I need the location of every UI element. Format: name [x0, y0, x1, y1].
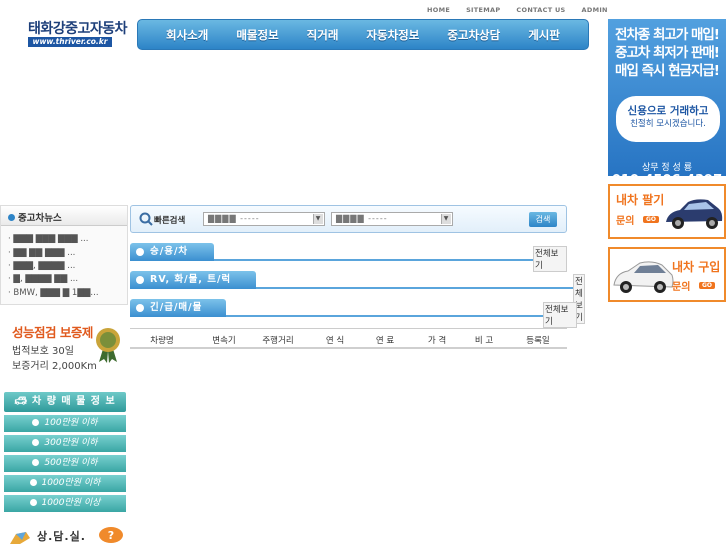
- col-price: 가 격: [427, 336, 447, 346]
- col-note: 비 고: [474, 336, 494, 346]
- col-mileage: 주행거리: [262, 336, 294, 346]
- buy-go-badge: GO: [699, 282, 716, 289]
- col-car-name: 차량명: [150, 336, 174, 346]
- section-rv-truck: RV, 화/물, 트/럭 전체보기: [130, 271, 585, 324]
- nav-direct-trade[interactable]: 직거래: [307, 27, 339, 43]
- sell-go-badge: GO: [643, 216, 660, 223]
- bullet-icon: [32, 419, 40, 426]
- banner-line-2: 중고차 최저가 판매!: [615, 45, 720, 61]
- maker-select[interactable]: ▇▇▇▇ ----- ▼: [203, 212, 325, 226]
- price-under-100[interactable]: 100만원 이하: [4, 415, 126, 432]
- bullet-icon: [29, 499, 37, 506]
- news-item[interactable]: · ▇▇ ▇▇ ▇▇▇ ...: [8, 248, 75, 258]
- quick-search-label: 빠른검색: [154, 216, 186, 226]
- listing-table-header: 차량명 변속기 주행거리 연 식 연 료 가 격 비 고 등록일: [130, 328, 567, 349]
- medal-icon: [96, 328, 120, 363]
- news-item[interactable]: · BMW, ▇▇▇ ▇ 1▇▇...: [8, 288, 99, 298]
- chevron-down-icon: ▼: [313, 214, 323, 224]
- news-box: 중고차뉴스 · ▇▇▇ ▇▇▇ ▇▇▇ ... · ▇▇ ▇▇ ▇▇▇ ... …: [0, 205, 128, 305]
- bullet-icon: [136, 276, 144, 284]
- pencil-icon: [10, 532, 30, 544]
- sports-car-icon: [613, 261, 674, 293]
- top-link-sitemap[interactable]: SITEMAP: [466, 6, 500, 14]
- quick-search-bar: 빠른검색 ▇▇▇▇ ----- ▼ ▇▇▇▇ ----- ▼ 검색: [130, 205, 567, 233]
- price-menu-head[interactable]: 🚙︎ 차 량 매 물 정 보: [4, 392, 126, 412]
- search-button[interactable]: 검색: [529, 212, 557, 227]
- news-title[interactable]: 중고차뉴스: [1, 206, 127, 226]
- top-links: HOME SITEMAP CONTACT US ADMIN: [427, 6, 608, 14]
- sell-car-sub: 문의: [616, 216, 635, 227]
- price-over-1000[interactable]: 1000만원 이상: [4, 495, 126, 512]
- counsel-label: 상.담.실.: [37, 530, 86, 543]
- model-select[interactable]: ▇▇▇▇ ----- ▼: [331, 212, 453, 226]
- price-under-500[interactable]: 500만원 이하: [4, 455, 126, 472]
- chevron-down-icon: ▼: [441, 214, 451, 224]
- section-urgent: 긴/급/매/물 전체보기: [130, 299, 577, 328]
- dealer-banner[interactable]: 전차종 최고가 매입! 중고차 최저가 판매! 매입 즉시 현금지급! 신용으로…: [608, 19, 726, 176]
- nav-car-info[interactable]: 자동차정보: [366, 27, 419, 43]
- bullet-icon: [136, 248, 144, 256]
- sell-car-title: 내차 팔기: [616, 193, 665, 207]
- question-bubble-icon: ?: [99, 527, 123, 543]
- top-link-admin[interactable]: ADMIN: [582, 6, 608, 14]
- nav-board[interactable]: 게시판: [528, 27, 560, 43]
- bubble-text-1: 신용으로 거래하고: [627, 105, 709, 117]
- nav-listings[interactable]: 매물정보: [236, 27, 278, 43]
- nav-consult[interactable]: 중고차상담: [447, 27, 500, 43]
- price-menu: 🚙︎ 차 량 매 물 정 보 100만원 이하 300만원 이하 500만원 이하…: [4, 392, 126, 512]
- top-link-contact[interactable]: CONTACT US: [516, 6, 565, 14]
- warranty-line-1: 법적보호 30일: [12, 346, 74, 357]
- search-icon: [139, 212, 153, 226]
- warranty-title: 성능점검 보증제: [12, 325, 93, 340]
- dealer-phone: 010-4506-4397: [608, 173, 726, 176]
- bullet-icon: [29, 479, 37, 486]
- banner-line-1: 전차종 최고가 매입!: [615, 27, 720, 43]
- bullet-icon: [32, 439, 40, 446]
- car-icon: 🚙︎: [14, 396, 29, 407]
- tab-rv-truck[interactable]: RV, 화/물, 트/럭: [130, 271, 256, 289]
- bullet-icon: [8, 214, 15, 221]
- sedan-car-icon: [666, 199, 723, 229]
- logo-title[interactable]: 태화강중고자동차: [28, 18, 128, 38]
- buy-car-banner[interactable]: 내차 구입 문의 GO: [608, 247, 726, 302]
- tab-urgent[interactable]: 긴/급/매/물: [130, 299, 226, 317]
- bubble-text-2: 친절히 모시겠습니다.: [630, 119, 706, 129]
- nav-company[interactable]: 회사소개: [166, 27, 208, 43]
- price-under-300[interactable]: 300만원 이하: [4, 435, 126, 452]
- news-item[interactable]: · ▇▇▇, ▇▇▇▇ ...: [8, 261, 75, 271]
- bullet-icon: [136, 304, 144, 312]
- section-sedan: 승/용/차 전체보기: [130, 243, 567, 272]
- tab-sedan[interactable]: 승/용/차: [130, 243, 214, 261]
- view-all-sedan[interactable]: 전체보기: [533, 246, 567, 272]
- col-date: 등록일: [526, 336, 550, 346]
- logo-url[interactable]: www.thriver.co.kr: [28, 37, 112, 47]
- warranty-line-2: 보증거리 2,000Km: [12, 361, 97, 372]
- news-item[interactable]: · ▇, ▇▇▇▇ ▇▇ ...: [8, 274, 78, 284]
- buy-car-sub: 문의: [672, 282, 691, 293]
- news-item[interactable]: · ▇▇▇ ▇▇▇ ▇▇▇ ...: [8, 234, 88, 244]
- counsel-banner[interactable]: 상.담.실. ?: [4, 526, 126, 545]
- sell-car-banner[interactable]: 내차 팔기 문의 GO: [608, 184, 726, 239]
- col-year: 연 식: [325, 336, 345, 346]
- main-nav: 회사소개 매물정보 직거래 자동차정보 중고차상담 게시판: [137, 19, 589, 50]
- banner-line-3: 매입 즉시 현금지급!: [615, 63, 720, 79]
- bullet-icon: [32, 459, 40, 466]
- col-fuel: 연 료: [375, 336, 395, 346]
- svg-text:?: ?: [108, 529, 114, 542]
- view-all-urgent[interactable]: 전체보기: [543, 302, 577, 328]
- price-under-1000[interactable]: 1000만원 이하: [4, 475, 126, 492]
- buy-car-title: 내차 구입: [672, 260, 721, 274]
- col-transmission: 변속기: [212, 336, 236, 346]
- warranty-banner[interactable]: 성능점검 보증제 법적보호 30일 보증거리 2,000Km: [0, 317, 128, 379]
- dealer-name: 상무 정 성 룡: [642, 163, 692, 173]
- top-link-home[interactable]: HOME: [427, 6, 450, 14]
